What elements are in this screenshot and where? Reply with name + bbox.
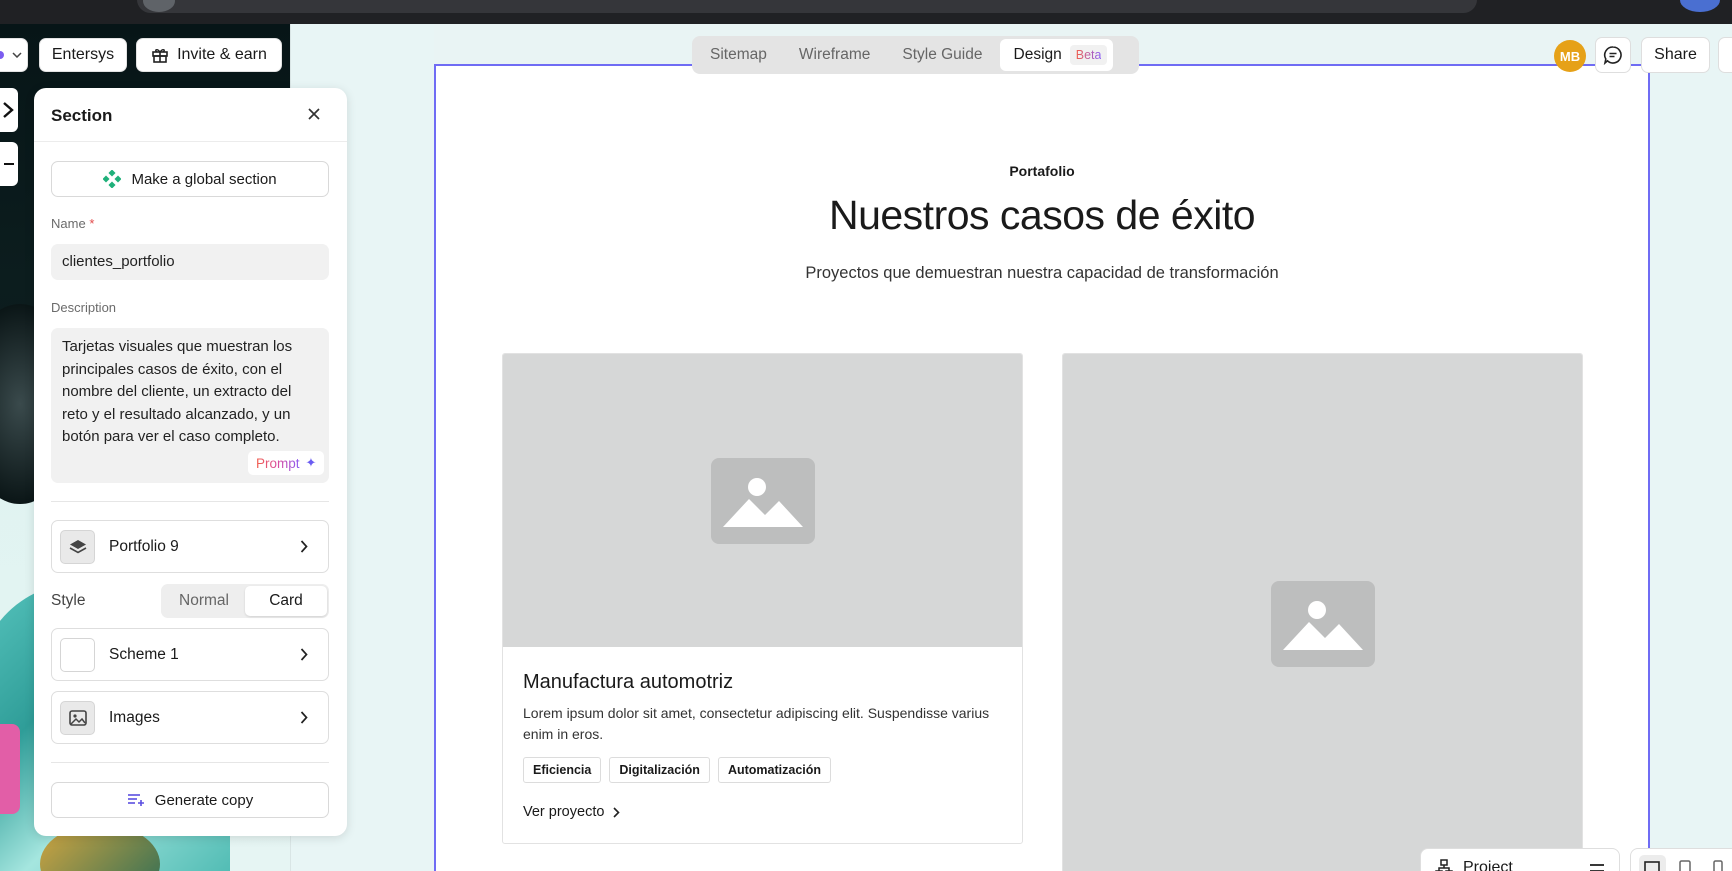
user-avatar[interactable]: MB bbox=[1554, 40, 1586, 72]
section-headline[interactable]: Nuestros casos de éxito bbox=[434, 192, 1650, 239]
layout-variant-label: Portfolio 9 bbox=[109, 538, 179, 555]
workspace-label: Entersys bbox=[51, 46, 115, 63]
share-button[interactable]: Share bbox=[1641, 37, 1710, 73]
prompt-label: Prompt bbox=[256, 455, 300, 471]
prompt-button[interactable]: Prompt ✦ bbox=[248, 451, 325, 475]
close-panel-button[interactable] bbox=[302, 102, 326, 126]
gift-icon bbox=[152, 49, 168, 63]
view-mode-tabs: Sitemap Wireframe Style Guide Design Bet… bbox=[692, 36, 1139, 74]
desktop-icon bbox=[1644, 861, 1661, 871]
card-title[interactable]: Manufactura automotriz bbox=[523, 671, 733, 694]
color-scheme-label: Scheme 1 bbox=[109, 646, 179, 663]
image-placeholder-icon bbox=[1270, 581, 1375, 667]
layers-icon bbox=[60, 530, 95, 564]
card-link-label: Ver proyecto bbox=[523, 804, 605, 820]
desktop-view-button[interactable] bbox=[1639, 855, 1666, 871]
comments-button[interactable] bbox=[1595, 37, 1631, 73]
section-subheading[interactable]: Proyectos que demuestran nuestra capacid… bbox=[434, 264, 1650, 283]
tablet-view-button[interactable] bbox=[1672, 855, 1699, 871]
menu-icon bbox=[1590, 864, 1604, 871]
tab-sitemap[interactable]: Sitemap bbox=[695, 39, 782, 71]
description-text: Tarjetas visuales que muestran los princ… bbox=[62, 338, 293, 445]
images-label: Images bbox=[109, 709, 160, 726]
images-selector[interactable]: Images bbox=[51, 691, 329, 744]
chevron-right-icon bbox=[613, 806, 621, 818]
description-field-label: Description bbox=[51, 300, 117, 315]
name-field-label: Name * bbox=[51, 216, 95, 231]
global-section-icon bbox=[103, 170, 122, 188]
add-section-icon bbox=[3, 102, 14, 118]
panel-divider bbox=[51, 762, 329, 763]
required-marker: * bbox=[89, 216, 95, 231]
close-icon bbox=[308, 108, 320, 120]
chevron-right-icon bbox=[294, 643, 314, 665]
color-scheme-selector[interactable]: Scheme 1 bbox=[51, 628, 329, 681]
mobile-icon bbox=[1712, 860, 1723, 871]
tab-design[interactable]: Design Beta bbox=[999, 39, 1114, 71]
sitemap-icon bbox=[1435, 859, 1453, 871]
invite-earn-label: Invite & earn bbox=[177, 46, 267, 63]
card-tag[interactable]: Digitalización bbox=[609, 757, 710, 783]
section-eyebrow[interactable]: Portafolio bbox=[434, 163, 1650, 179]
beta-badge: Beta bbox=[1069, 45, 1108, 65]
chevron-right-icon bbox=[294, 706, 314, 728]
style-option-normal[interactable]: Normal bbox=[163, 586, 245, 616]
tab-wireframe[interactable]: Wireframe bbox=[784, 39, 885, 71]
mobile-view-button[interactable] bbox=[1704, 855, 1731, 871]
image-placeholder-icon bbox=[710, 457, 815, 544]
add-section-tool[interactable] bbox=[0, 88, 18, 132]
style-option-card[interactable]: Card bbox=[245, 586, 327, 616]
remove-tool[interactable] bbox=[0, 142, 18, 186]
tab-design-label: Design bbox=[1013, 46, 1062, 63]
image-icon bbox=[60, 701, 95, 735]
browser-profile-avatar[interactable] bbox=[1680, 0, 1720, 12]
generate-copy-label: Generate copy bbox=[154, 791, 254, 809]
color-swatch bbox=[60, 638, 95, 672]
panel-divider bbox=[51, 501, 329, 502]
browser-top-bar bbox=[0, 0, 1732, 24]
card-tags: Eficiencia Digitalización Automatización bbox=[523, 757, 832, 783]
workspace-button[interactable]: Entersys bbox=[39, 38, 127, 72]
tablet-icon bbox=[1679, 860, 1691, 871]
project-select[interactable] bbox=[0, 38, 28, 72]
chevron-down-icon bbox=[12, 52, 22, 58]
project-tree-bar[interactable]: Project bbox=[1420, 848, 1620, 871]
make-global-section-button[interactable]: Make a global section bbox=[51, 161, 329, 197]
section-name-input[interactable]: clientes_portfolio bbox=[51, 244, 329, 280]
tab-style-guide[interactable]: Style Guide bbox=[887, 39, 997, 71]
portfolio-card[interactable]: Manufactura automotriz Lorem ipsum dolor… bbox=[502, 353, 1023, 844]
card-description[interactable]: Lorem ipsum dolor sit amet, consectetur … bbox=[523, 703, 1003, 745]
style-toggle: Normal Card bbox=[161, 584, 329, 618]
make-global-section-label: Make a global section bbox=[131, 170, 277, 188]
project-color-dot bbox=[0, 51, 4, 59]
project-label: Project bbox=[1463, 859, 1513, 871]
artwork-shape bbox=[0, 724, 20, 814]
portfolio-card[interactable] bbox=[1062, 353, 1583, 871]
card-tag[interactable]: Automatización bbox=[717, 757, 832, 783]
comment-icon bbox=[1603, 46, 1622, 65]
chevron-right-icon bbox=[294, 535, 314, 557]
panel-title: Section bbox=[51, 106, 113, 125]
canvas-right-gutter bbox=[1650, 24, 1732, 871]
card-tag[interactable]: Eficiencia bbox=[523, 757, 602, 783]
card-image-placeholder[interactable] bbox=[503, 354, 1022, 647]
more-button[interactable] bbox=[1718, 37, 1732, 73]
card-image-placeholder[interactable] bbox=[1063, 354, 1582, 871]
invite-earn-button[interactable]: Invite & earn bbox=[136, 38, 282, 72]
panel-header: Section bbox=[34, 88, 347, 142]
device-preview-toggle bbox=[1630, 848, 1732, 871]
sparkle-icon: ✦ bbox=[305, 455, 317, 470]
section-panel: Section Make a global section Name * cli… bbox=[34, 88, 347, 836]
card-view-project-link[interactable]: Ver proyecto bbox=[523, 804, 621, 820]
style-label: Style bbox=[51, 592, 86, 609]
browser-address-bar[interactable] bbox=[137, 0, 1477, 13]
generate-copy-button[interactable]: Generate copy bbox=[51, 782, 329, 818]
minus-icon bbox=[4, 163, 14, 165]
generate-text-icon bbox=[127, 794, 144, 806]
layout-variant-selector[interactable]: Portfolio 9 bbox=[51, 520, 329, 573]
